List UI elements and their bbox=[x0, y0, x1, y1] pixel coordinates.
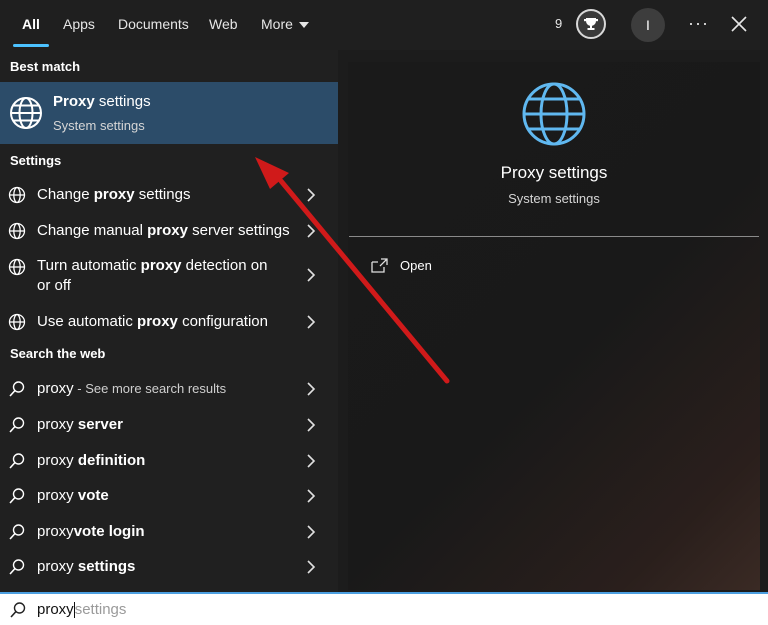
label-muted: - See more search results bbox=[73, 381, 227, 396]
search-icon bbox=[10, 602, 26, 618]
chevron-right-icon[interactable] bbox=[306, 188, 316, 202]
globe-icon bbox=[8, 186, 26, 204]
best-match-item[interactable] bbox=[0, 82, 338, 144]
preview-subtitle: System settings bbox=[508, 191, 600, 206]
label-pre: proxy bbox=[37, 452, 78, 469]
label-bold: proxy bbox=[93, 186, 135, 203]
settings-item-label: Change proxy settings bbox=[37, 185, 287, 205]
web-item-label: proxy vote bbox=[37, 486, 287, 506]
web-item-label: proxyvote login bbox=[37, 522, 287, 542]
tab-more-label: More bbox=[261, 16, 293, 32]
best-match-title: Proxy settings bbox=[53, 93, 151, 110]
web-item-label: proxy settings bbox=[37, 557, 287, 577]
globe-icon bbox=[522, 82, 586, 146]
trophy-glyph bbox=[584, 18, 598, 30]
open-external-icon[interactable] bbox=[371, 256, 389, 276]
label-pre: Use automatic bbox=[37, 313, 138, 330]
settings-item-label: Turn automatic proxy detection on or off bbox=[37, 256, 272, 296]
label-pre: Turn automatic bbox=[37, 257, 141, 274]
globe-icon bbox=[10, 97, 42, 129]
label-pre: proxy bbox=[37, 416, 78, 433]
label-post: settings bbox=[134, 186, 191, 203]
search-web-header: Search the web bbox=[10, 346, 106, 361]
trophy-icon[interactable] bbox=[576, 9, 606, 39]
tab-documents[interactable]: Documents bbox=[118, 0, 189, 50]
label-post: configuration bbox=[177, 313, 268, 330]
search-icon bbox=[9, 524, 25, 540]
preview-divider bbox=[349, 236, 759, 237]
chevron-right-icon[interactable] bbox=[306, 454, 316, 468]
search-icon bbox=[9, 417, 25, 433]
best-match-subtitle: System settings bbox=[53, 118, 145, 133]
chevron-right-icon[interactable] bbox=[306, 525, 316, 539]
globe-icon bbox=[8, 258, 26, 276]
more-options-button[interactable]: ··· bbox=[688, 0, 709, 50]
search-tabs-bar: All Apps Documents Web More 9 I ··· bbox=[0, 0, 768, 50]
best-match-title-bold: Proxy bbox=[53, 93, 95, 110]
tab-web[interactable]: Web bbox=[209, 0, 238, 50]
label-pre: Change manual bbox=[37, 222, 148, 239]
label-bold: vote bbox=[77, 487, 109, 504]
chevron-right-icon[interactable] bbox=[306, 315, 316, 329]
chevron-right-icon[interactable] bbox=[306, 382, 316, 396]
best-match-title-rest: settings bbox=[94, 93, 151, 110]
web-item-proxy-server[interactable]: proxy server bbox=[0, 413, 338, 437]
tab-all[interactable]: All bbox=[22, 0, 40, 50]
web-item-label: proxy definition bbox=[37, 451, 287, 471]
label-bold: proxy bbox=[137, 313, 178, 330]
search-typed-text: proxy bbox=[37, 601, 74, 618]
active-tab-indicator bbox=[13, 44, 49, 47]
settings-item-manual-proxy[interactable]: Change manual proxy server settings bbox=[0, 219, 338, 243]
open-button[interactable]: Open bbox=[400, 258, 432, 273]
label-pre: proxy bbox=[37, 558, 78, 575]
search-icon bbox=[9, 453, 25, 469]
avatar[interactable]: I bbox=[631, 8, 665, 42]
search-icon bbox=[9, 488, 25, 504]
best-match-header: Best match bbox=[10, 59, 81, 74]
chevron-right-icon[interactable] bbox=[306, 489, 316, 503]
label-bold: server bbox=[77, 416, 123, 433]
label-post: server settings bbox=[187, 222, 290, 239]
web-item-label: proxy server bbox=[37, 415, 287, 435]
label-pre: Change bbox=[37, 186, 94, 203]
web-item-label: proxy - See more search results bbox=[37, 379, 287, 399]
label-pre: proxy bbox=[37, 487, 78, 504]
search-icon bbox=[9, 559, 25, 575]
web-item-see-more[interactable]: proxy - See more search results bbox=[0, 377, 338, 401]
settings-item-auto-config[interactable]: Use automatic proxy configuration bbox=[0, 310, 338, 334]
search-box[interactable]: proxysettings bbox=[0, 592, 768, 625]
chevron-right-icon[interactable] bbox=[306, 224, 316, 238]
settings-header: Settings bbox=[10, 153, 62, 168]
preview-title: Proxy settings bbox=[500, 163, 608, 182]
settings-item-change-proxy[interactable]: Change proxy settings bbox=[0, 183, 338, 207]
label-bold: vote login bbox=[73, 523, 145, 540]
label-pre: proxy bbox=[37, 523, 74, 540]
search-input[interactable]: proxysettings bbox=[37, 601, 127, 619]
chevron-right-icon[interactable] bbox=[306, 418, 316, 432]
label-bold: settings bbox=[77, 558, 136, 575]
caret-down-icon bbox=[298, 22, 309, 29]
tab-apps[interactable]: Apps bbox=[63, 0, 95, 50]
globe-icon bbox=[8, 222, 26, 240]
settings-item-label: Change manual proxy server settings bbox=[37, 221, 307, 241]
web-item-proxy-settings[interactable]: proxy settings bbox=[0, 555, 338, 579]
label-pre: proxy bbox=[37, 380, 74, 397]
web-item-proxy-definition[interactable]: proxy definition bbox=[0, 449, 338, 473]
settings-item-auto-detect[interactable]: Turn automatic proxy detection on or off bbox=[0, 255, 338, 299]
web-item-proxy-vote[interactable]: proxy vote bbox=[0, 484, 338, 508]
chevron-right-icon[interactable] bbox=[306, 268, 316, 282]
web-item-proxyvote-login[interactable]: proxyvote login bbox=[0, 520, 338, 544]
tab-more[interactable]: More bbox=[261, 0, 309, 50]
label-bold: proxy bbox=[147, 222, 188, 239]
chevron-right-icon[interactable] bbox=[306, 560, 316, 574]
settings-item-label: Use automatic proxy configuration bbox=[37, 312, 287, 332]
close-icon[interactable] bbox=[730, 15, 748, 33]
rewards-points: 9 bbox=[555, 16, 563, 31]
label-bold: proxy bbox=[140, 257, 182, 274]
label-bold: definition bbox=[77, 452, 146, 469]
search-autocomplete-hint: settings bbox=[74, 601, 127, 618]
search-icon bbox=[9, 381, 25, 397]
globe-icon bbox=[8, 313, 26, 331]
